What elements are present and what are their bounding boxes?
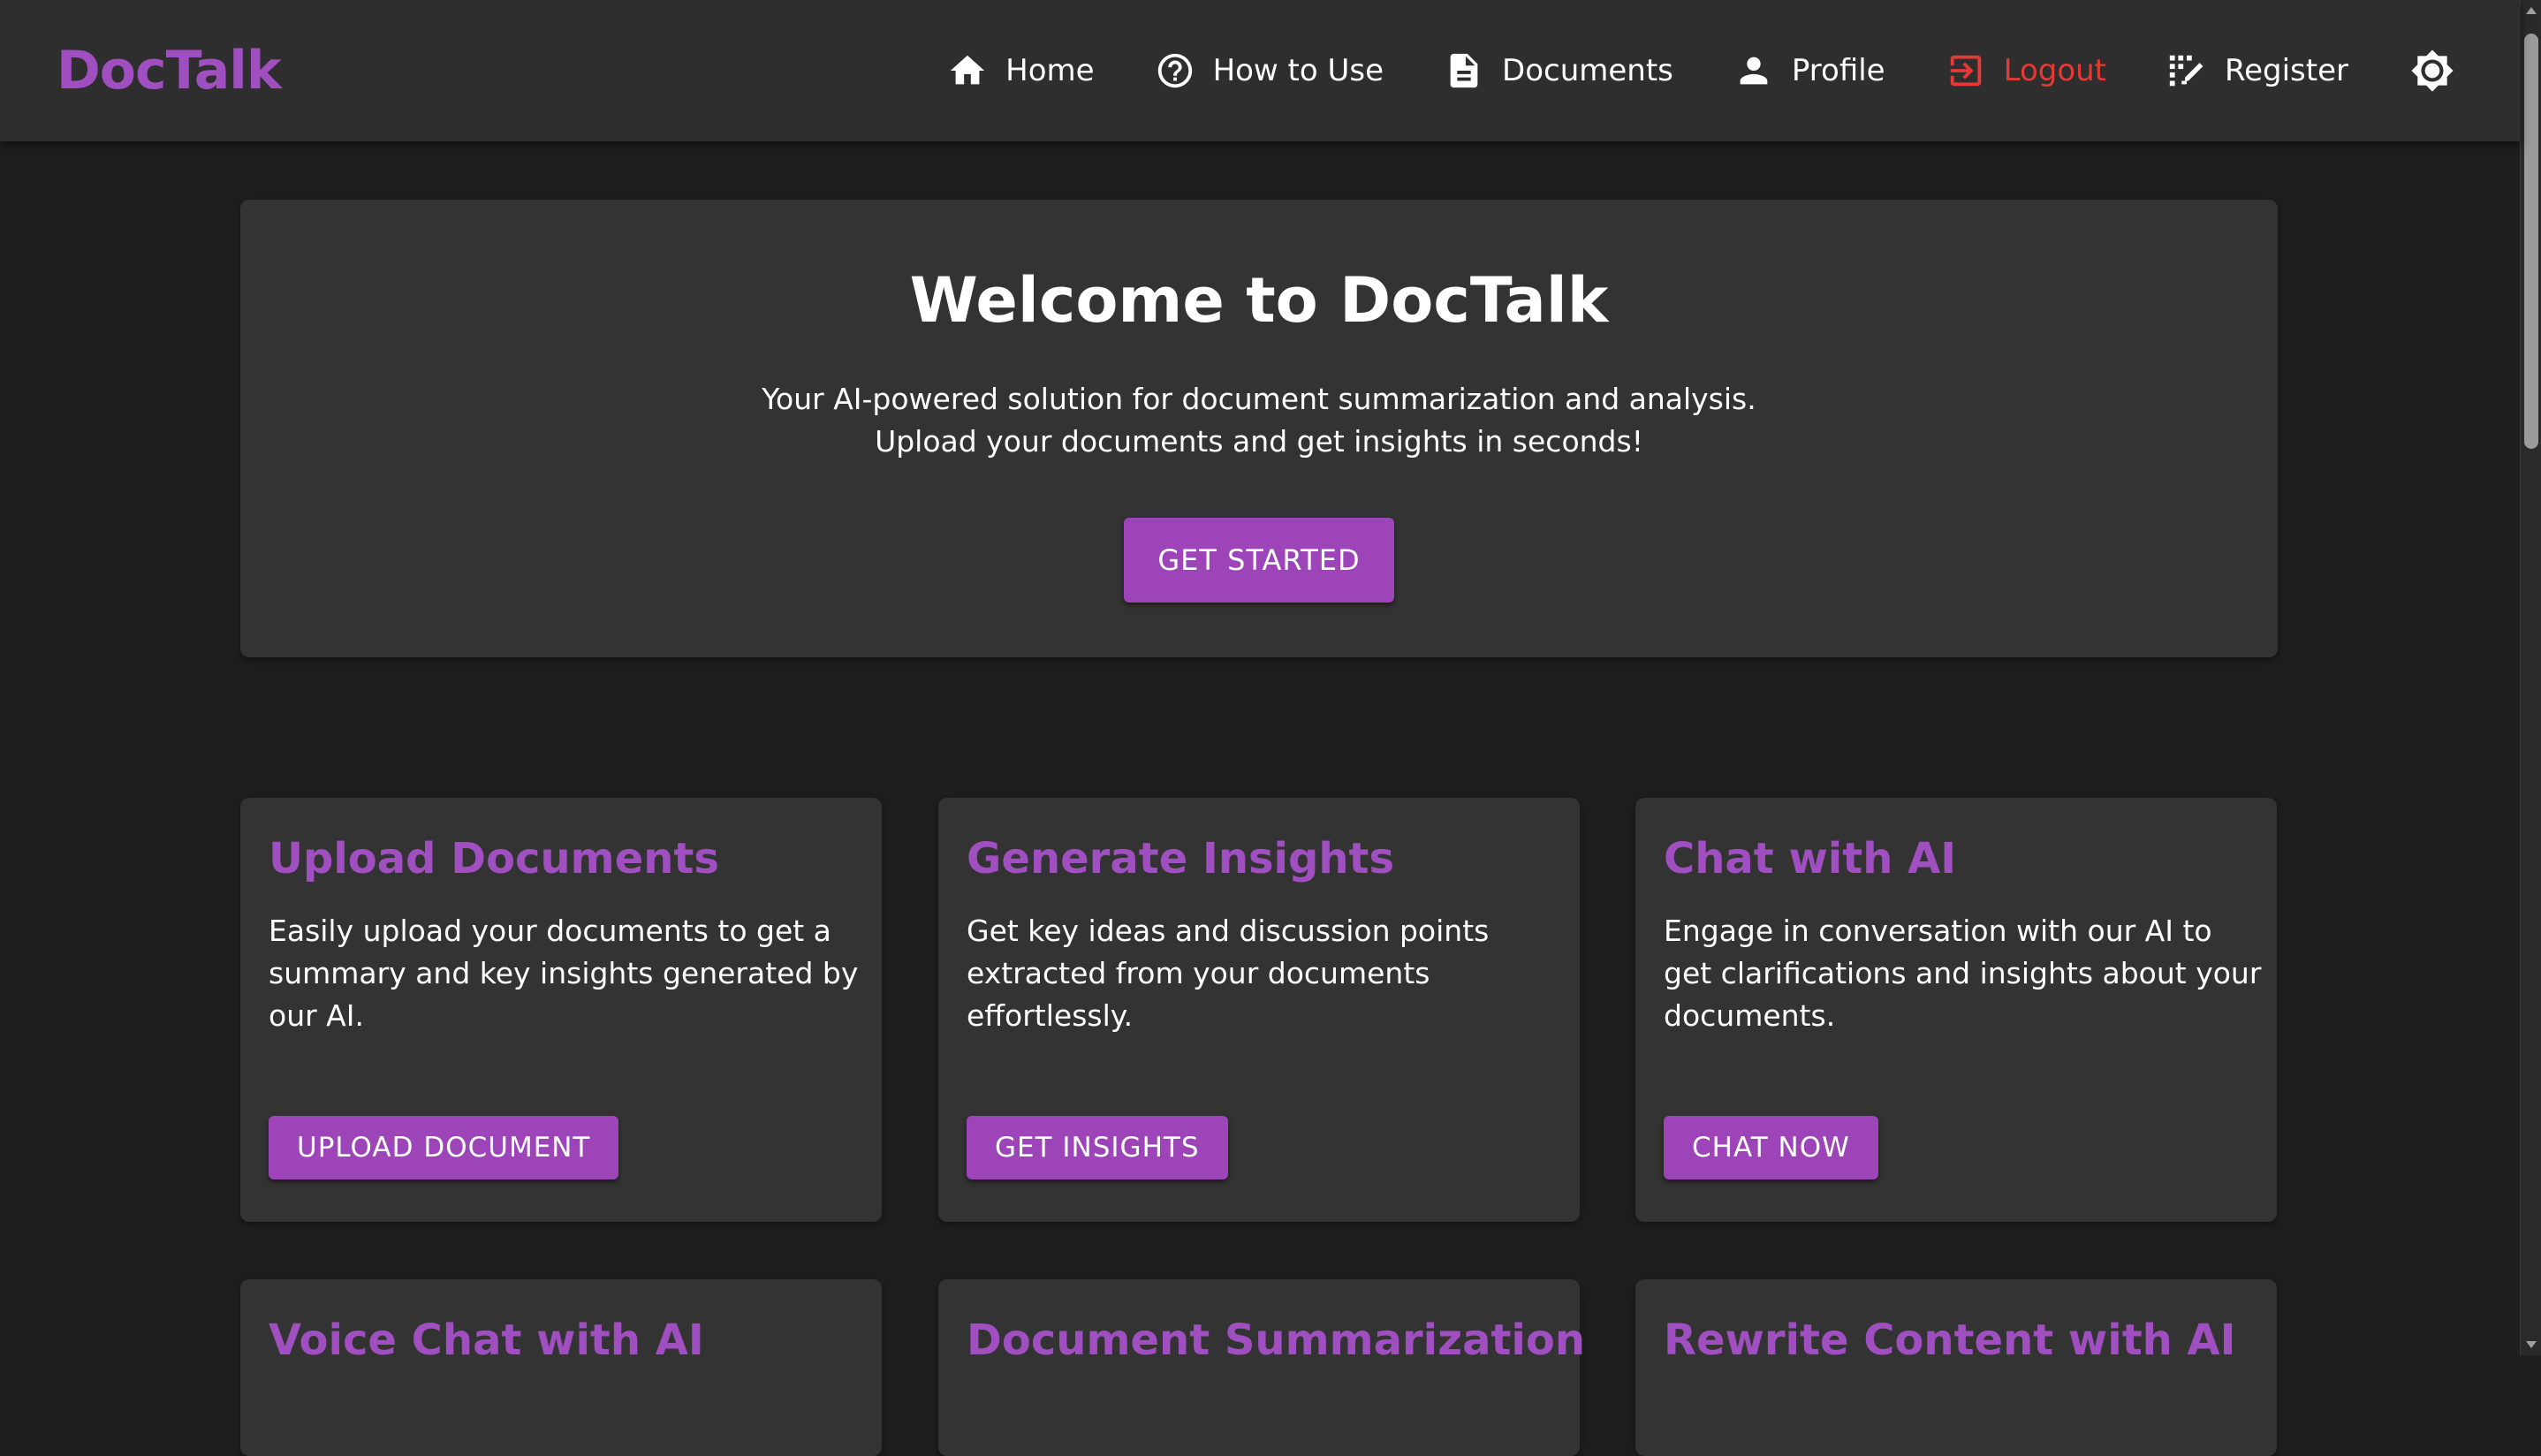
card-title: Document Summarization	[967, 1316, 1586, 1365]
nav-how-to-use-label: How to Use	[1212, 53, 1384, 88]
feature-card-upload: Upload Documents Easily upload your docu…	[240, 798, 882, 1222]
feature-card-voice-chat: Voice Chat with AI	[240, 1279, 882, 1456]
nav-logout[interactable]: Logout	[1946, 50, 2106, 91]
nav-documents[interactable]: Documents	[1444, 50, 1673, 91]
welcome-hero: Welcome to DocTalk Your AI-powered solut…	[240, 200, 2278, 657]
card-title: Upload Documents	[269, 834, 719, 883]
card-title: Rewrite Content with AI	[1664, 1316, 2236, 1365]
card-description: Get key ideas and discussion points extr…	[967, 914, 1490, 1034]
nav-register-label: Register	[2225, 53, 2348, 88]
nav-documents-label: Documents	[1502, 53, 1673, 88]
scroll-down-arrow-icon[interactable]	[2521, 1334, 2541, 1355]
card-title: Voice Chat with AI	[269, 1316, 704, 1365]
card-title: Generate Insights	[967, 834, 1395, 883]
card-title: Chat with AI	[1664, 834, 1957, 883]
nav-profile-label: Profile	[1791, 53, 1885, 88]
home-icon	[950, 55, 985, 85]
feature-card-rewrite: Rewrite Content with AI	[1635, 1279, 2277, 1456]
nav-logout-label: Logout	[2003, 53, 2107, 88]
theme-toggle-button[interactable]	[2410, 49, 2454, 93]
nav-profile[interactable]: Profile	[1733, 50, 1885, 91]
brightness-icon	[2411, 49, 2454, 92]
card-description: Engage in conversation with our AI to ge…	[1664, 914, 2262, 1034]
nav-home[interactable]: Home	[947, 50, 1095, 91]
document-icon	[1450, 53, 1478, 88]
nav-how-to-use[interactable]: How to Use	[1155, 50, 1384, 91]
page-scrollbar[interactable]	[2520, 0, 2541, 1355]
card-description: Easily upload your documents to get a su…	[269, 914, 859, 1034]
help-circle-icon	[1157, 53, 1192, 88]
hero-title: Welcome to DocTalk	[909, 264, 1609, 337]
scrollbar-thumb[interactable]	[2524, 34, 2538, 449]
upload-document-button[interactable]: UPLOAD DOCUMENT	[269, 1116, 619, 1179]
hero-subtitle-line-2: Upload your documents and get insights i…	[875, 424, 1643, 459]
feature-card-summarization: Document Summarization	[938, 1279, 1586, 1456]
person-icon	[1740, 57, 1768, 85]
hero-subtitle: Your AI-powered solution for document su…	[240, 378, 2278, 463]
top-app-bar: DocTalk Home How to Use Documents Profil…	[0, 0, 2520, 141]
logout-icon	[1950, 55, 1981, 87]
brand-logo[interactable]: DocTalk	[57, 0, 282, 141]
nav-home-label: Home	[1005, 53, 1095, 88]
scroll-up-arrow-icon[interactable]	[2521, 0, 2541, 21]
feature-card-insights: Generate Insights Get key ideas and disc…	[938, 798, 1580, 1222]
main-nav: Home How to Use Documents Profile Logout…	[947, 0, 2454, 141]
feature-card-chat: Chat with AI Engage in conversation with…	[1635, 798, 2277, 1222]
chat-now-button[interactable]: CHAT NOW	[1664, 1116, 1878, 1179]
hero-subtitle-line-1: Your AI-powered solution for document su…	[762, 382, 1756, 416]
get-insights-button[interactable]: GET INSIGHTS	[967, 1116, 1228, 1179]
get-started-button[interactable]: GET STARTED	[1124, 518, 1394, 603]
nav-register[interactable]: Register	[2166, 50, 2348, 91]
register-icon	[2169, 55, 2203, 87]
